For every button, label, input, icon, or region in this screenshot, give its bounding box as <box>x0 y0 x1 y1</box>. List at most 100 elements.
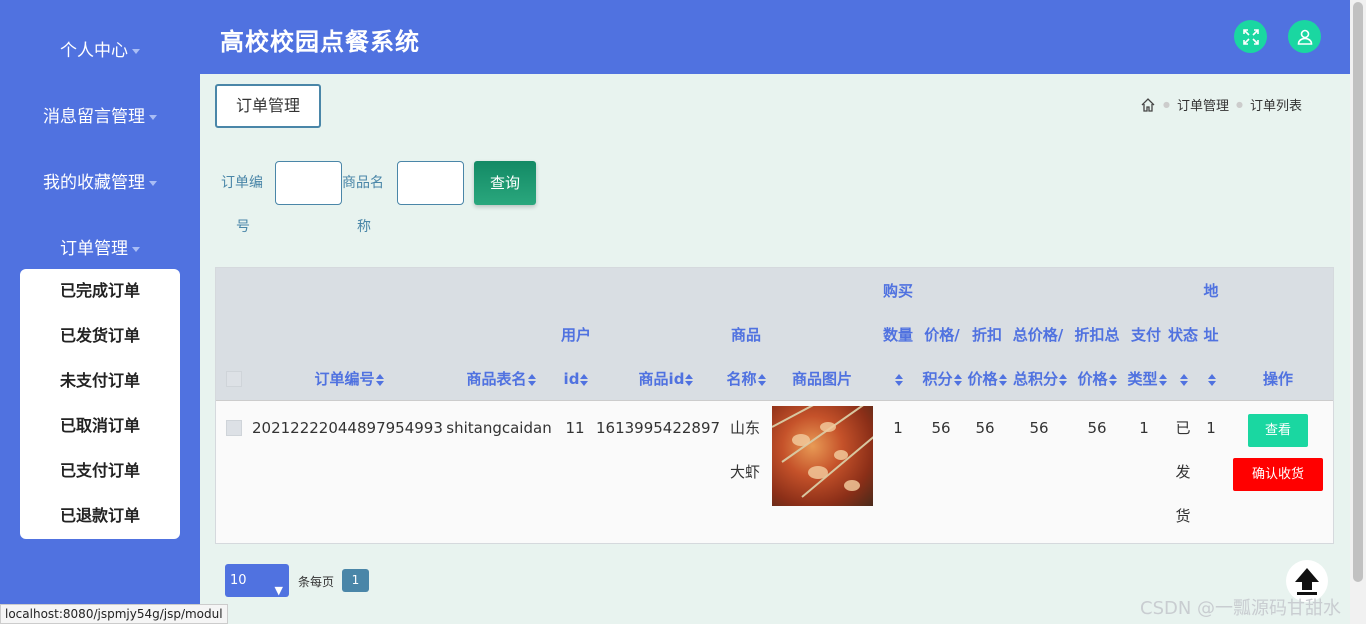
food-piece <box>808 466 828 479</box>
food-piece <box>834 450 848 460</box>
th-discount-total[interactable]: 价格 <box>1072 357 1122 401</box>
fullscreen-button[interactable] <box>1234 20 1267 53</box>
th-total-price[interactable]: 总积分 <box>1010 357 1070 401</box>
th-product-id[interactable]: 商品id <box>626 357 706 401</box>
th-pay-type[interactable]: 类型 <box>1122 357 1172 401</box>
chevron-down-icon: ▼ <box>274 584 283 597</box>
sort-icon <box>527 373 536 386</box>
th-label: 总积分 <box>1012 370 1058 388</box>
menu-favorites-management[interactable]: 我的收藏管理 <box>0 168 200 193</box>
submenu-completed-orders[interactable]: 已完成订单 <box>20 269 180 314</box>
th-status-sort[interactable] <box>1172 357 1194 401</box>
th-table-name[interactable]: 商品表名 <box>461 357 541 401</box>
page-size-value: 10 <box>230 573 247 588</box>
submenu-paid-orders[interactable]: 已支付订单 <box>20 449 180 494</box>
cell-order-no: 20212222044897954993 <box>252 419 443 437</box>
cell-pay-type: 1 <box>1139 419 1149 437</box>
th-order-no[interactable]: 订单编号 <box>304 357 394 401</box>
label-line: 号 <box>236 219 250 235</box>
app-title: 高校校园点餐系统 <box>220 28 420 56</box>
cell-price: 56 <box>931 419 951 437</box>
order-no-input[interactable] <box>275 161 342 205</box>
label-line: 称 <box>357 219 371 235</box>
cell-user-id: 11 <box>565 419 585 437</box>
cell-status-line2: 发 <box>1175 463 1191 481</box>
sort-icon <box>1158 373 1167 386</box>
breadcrumb-item[interactable]: 订单管理 <box>1177 95 1229 114</box>
page-size-select[interactable]: 10 ▼ <box>225 564 289 597</box>
cell-product-name-line1: 山东 <box>729 419 760 437</box>
th-discount-price[interactable]: 价格 <box>966 357 1008 401</box>
order-no-label: 订单编 号 <box>221 161 267 249</box>
menu-personal-center[interactable]: 个人中心 <box>0 36 200 61</box>
th-total-price-line1: 总价格/ <box>1012 326 1064 344</box>
view-button[interactable]: 查看 <box>1248 414 1308 447</box>
sort-icon <box>685 373 694 386</box>
menu-label: 消息留言管理 <box>43 107 145 127</box>
table-header: 订单编号 商品表名 用户 id 商品id 商品 名称 商品图片 购买 数量 价格… <box>216 268 1333 401</box>
row-checkbox[interactable] <box>226 420 242 436</box>
th-label: 类型 <box>1127 370 1158 388</box>
th-price-line1: 价格/ <box>924 326 960 344</box>
th-product-image: 商品图片 <box>791 370 852 388</box>
cell-product-id: 1613995422897 <box>596 419 721 437</box>
cell-quantity: 1 <box>893 419 903 437</box>
label-line: 订单编 <box>221 175 263 191</box>
sort-icon <box>1108 373 1117 386</box>
vertical-scrollbar[interactable] <box>1350 0 1366 624</box>
food-piece <box>792 434 810 446</box>
cell-total-price: 56 <box>1029 419 1049 437</box>
th-address-sort[interactable] <box>1200 357 1222 401</box>
user-icon <box>1297 29 1312 45</box>
page-tag[interactable]: 订单管理 <box>215 84 321 128</box>
user-button[interactable] <box>1288 20 1321 53</box>
sort-icon <box>998 373 1007 386</box>
cell-status-line3: 货 <box>1175 507 1191 525</box>
th-address-line2: 址 <box>1203 326 1219 344</box>
th-label: 商品id <box>638 370 685 388</box>
sort-icon <box>375 373 384 386</box>
caret-down-icon <box>149 114 157 120</box>
confirm-receipt-button[interactable]: 确认收货 <box>1233 458 1323 491</box>
caret-down-icon <box>132 48 140 54</box>
th-price[interactable]: 积分 <box>920 357 964 401</box>
top-header: 高校校园点餐系统 <box>200 0 1350 74</box>
th-product-name[interactable]: 名称 <box>721 357 771 401</box>
cell-status-line1: 已 <box>1175 419 1191 437</box>
submenu-shipped-orders[interactable]: 已发货订单 <box>20 314 180 359</box>
page-number-button[interactable]: 1 <box>342 569 369 592</box>
th-user-id-line1: 用户 <box>560 326 591 344</box>
sort-icon <box>894 373 903 386</box>
th-quantity-line1: 购买 <box>882 282 913 300</box>
menu-label: 我的收藏管理 <box>43 173 145 193</box>
sort-icon <box>757 373 766 386</box>
sort-icon <box>580 373 589 386</box>
th-actions: 操作 <box>1262 370 1293 388</box>
th-label: 价格 <box>1077 370 1108 388</box>
submenu-cancelled-orders[interactable]: 已取消订单 <box>20 404 180 449</box>
th-product-name-line1: 商品 <box>730 326 761 344</box>
th-label: id <box>563 370 580 388</box>
caret-down-icon <box>132 246 140 252</box>
submenu-unpaid-orders[interactable]: 未支付订单 <box>20 359 180 404</box>
per-page-label: 条每页 <box>298 575 335 589</box>
caret-down-icon <box>149 180 157 186</box>
submenu-refunded-orders[interactable]: 已退款订单 <box>20 494 180 539</box>
orders-table: 订单编号 商品表名 用户 id 商品id 商品 名称 商品图片 购买 数量 价格… <box>215 267 1334 544</box>
home-icon[interactable] <box>1140 97 1156 113</box>
scrollbar-thumb[interactable] <box>1353 2 1363 582</box>
th-discount-price-line1: 折扣 <box>971 326 1002 344</box>
product-name-label: 商品名 称 <box>342 161 388 249</box>
th-quantity-sort[interactable] <box>880 357 916 401</box>
product-image[interactable] <box>772 406 873 506</box>
product-name-input[interactable] <box>397 161 464 205</box>
th-label: 名称 <box>726 370 757 388</box>
menu-message-management[interactable]: 消息留言管理 <box>0 102 200 127</box>
watermark: CSDN @一瓢源码甘甜水 <box>1140 598 1342 619</box>
breadcrumb-item: 订单列表 <box>1249 99 1302 114</box>
select-all-checkbox[interactable] <box>226 371 242 387</box>
query-button[interactable]: 查询 <box>474 161 536 205</box>
th-status-line1: 状态 <box>1167 326 1198 344</box>
th-user-id[interactable]: id <box>554 357 598 401</box>
menu-order-management[interactable]: 订单管理 <box>0 234 200 259</box>
